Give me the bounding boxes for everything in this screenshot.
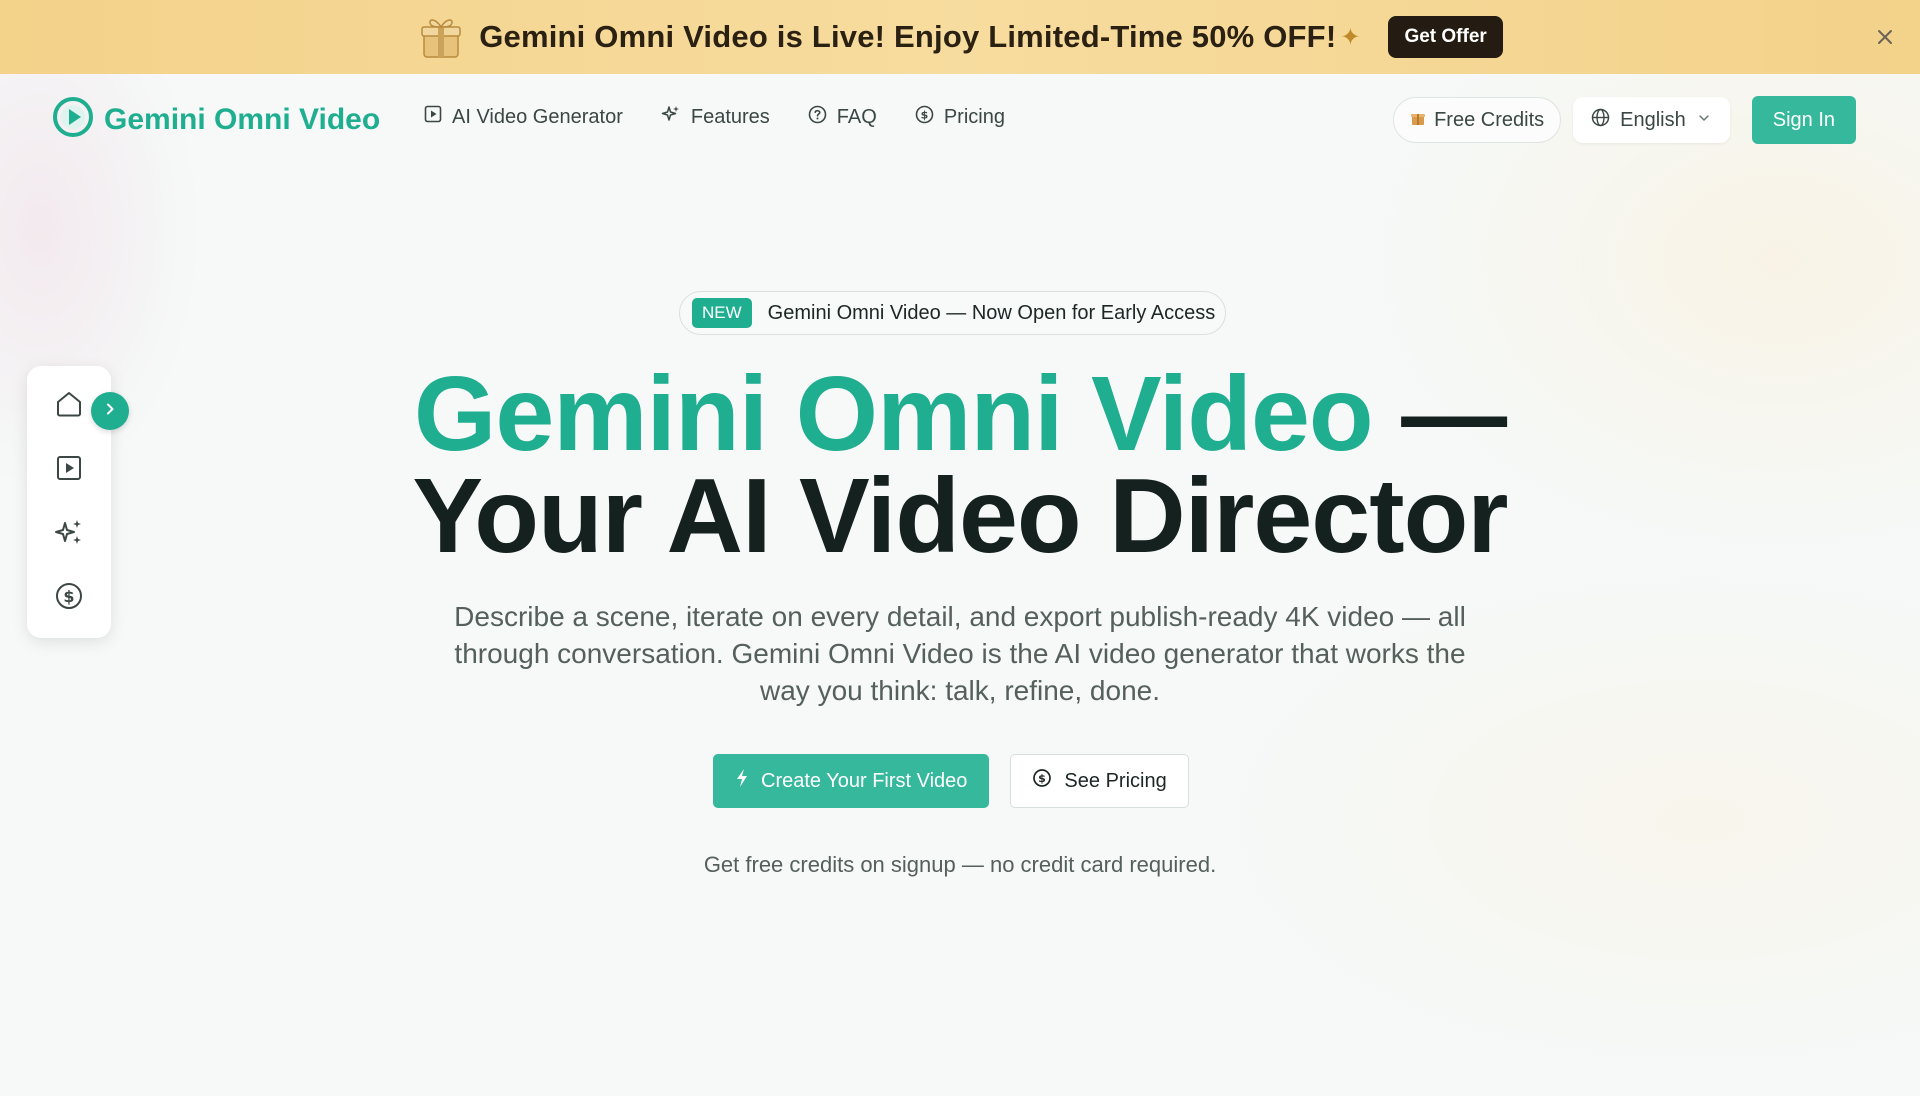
- get-offer-button[interactable]: Get Offer: [1388, 16, 1503, 58]
- svg-text:$: $: [1039, 772, 1047, 785]
- lightning-icon: [735, 768, 749, 794]
- promo-banner: Gemini Omni Video is Live! Enjoy Limited…: [0, 0, 1920, 74]
- svg-text:$: $: [920, 108, 928, 121]
- cta-row: Create Your First Video $ See Pricing: [713, 754, 1189, 808]
- nav-right: Free Credits English Sign In: [1393, 96, 1856, 144]
- see-pricing-button[interactable]: $ See Pricing: [1010, 754, 1189, 808]
- page: Gemini Omni Video is Live! Enjoy Limited…: [0, 0, 1920, 1096]
- sparkles-icon: [661, 104, 681, 130]
- hero-headline: Gemini Omni Video — Your AI Video Direct…: [0, 361, 1920, 575]
- nav-link-label: Features: [690, 105, 770, 128]
- gift-icon: [417, 13, 465, 61]
- nav-link-label: FAQ: [836, 105, 877, 128]
- svg-text:$: $: [63, 587, 74, 606]
- dollar-circle-icon: $: [915, 105, 934, 130]
- signup-note: Get free credits on signup — no credit c…: [703, 852, 1217, 877]
- nav-link-label: AI Video Generator: [452, 105, 623, 128]
- nav-link-label: Pricing: [943, 105, 1005, 128]
- headline-accent: Gemini Omni Video: [413, 355, 1374, 473]
- nav-link-features[interactable]: Features: [661, 104, 770, 130]
- headline-dash: —: [1401, 355, 1507, 473]
- nav-link-faq[interactable]: FAQ: [808, 104, 877, 130]
- new-badge: NEW: [692, 298, 752, 328]
- headline-line-1: Gemini Omni Video —: [0, 361, 1920, 467]
- nav-links: AI Video Generator Features FAQ $ Pricin…: [424, 104, 1005, 130]
- logo[interactable]: Gemini Omni Video: [52, 96, 380, 143]
- nav-link-pricing[interactable]: $ Pricing: [915, 104, 1005, 130]
- hero-subtitle: Describe a scene, iterate on every detai…: [454, 601, 1466, 706]
- language-select[interactable]: English: [1573, 97, 1730, 143]
- create-first-video-label: Create Your First Video: [761, 769, 968, 792]
- chevron-down-icon: [1696, 109, 1712, 132]
- free-credits-button[interactable]: Free Credits: [1393, 97, 1562, 143]
- headline-line-2: Your AI Video Director: [412, 457, 1508, 575]
- see-pricing-label: See Pricing: [1064, 769, 1167, 792]
- close-icon[interactable]: [1872, 24, 1898, 50]
- dollar-circle-icon[interactable]: $: [53, 580, 85, 612]
- logo-text: Gemini Omni Video: [104, 102, 381, 136]
- early-access-badge[interactable]: NEW Gemini Omni Video — Now Open for Ear…: [679, 291, 1227, 335]
- top-nav: Gemini Omni Video AI Video Generator Fea…: [0, 74, 1920, 164]
- language-label: English: [1620, 108, 1686, 131]
- party-popper-icon: ✦: [1340, 23, 1361, 51]
- globe-icon: [1591, 108, 1610, 133]
- dollar-circle-icon: $: [1032, 768, 1052, 794]
- play-square-icon: [424, 105, 442, 129]
- free-credits-label: Free Credits: [1434, 108, 1545, 131]
- gift-box-icon: [1410, 109, 1426, 132]
- logo-play-icon: [52, 96, 94, 143]
- promo-text: Gemini Omni Video is Live! Enjoy Limited…: [479, 19, 1337, 54]
- sign-in-button[interactable]: Sign In: [1751, 96, 1856, 144]
- badge-text: Gemini Omni Video — Now Open for Early A…: [767, 301, 1216, 324]
- create-first-video-button[interactable]: Create Your First Video: [713, 754, 990, 808]
- question-circle-icon: [808, 105, 827, 130]
- nav-link-ai-video-generator[interactable]: AI Video Generator: [424, 104, 623, 130]
